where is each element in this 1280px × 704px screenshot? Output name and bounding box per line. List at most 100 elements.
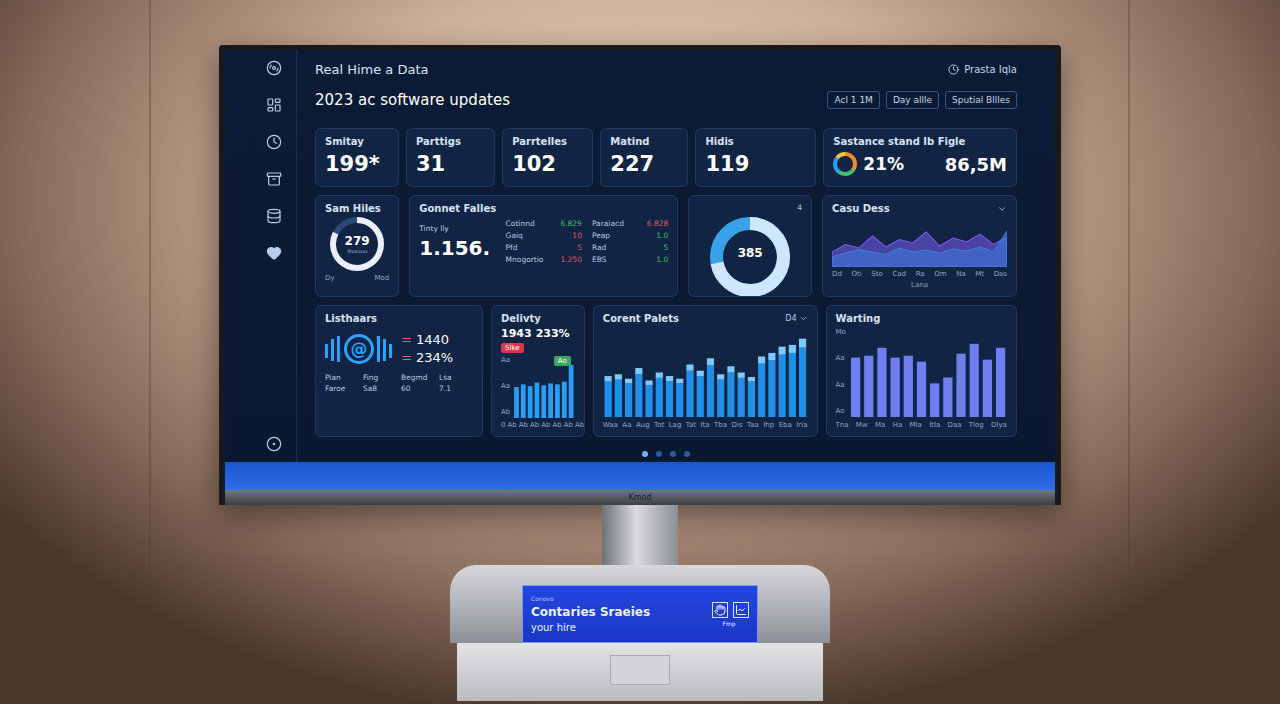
files-row: Peap1.0 <box>592 231 668 240</box>
files-content: Tinty lly1.156.Cotinnd6.829Gaiq10Pfd5Mno… <box>419 219 668 264</box>
chart-bar <box>686 364 693 370</box>
ring-card[interactable]: Sam Hiles279IlluvuuuDyMod <box>315 195 399 297</box>
listeners-title: Listhaars <box>325 313 473 324</box>
stat-card[interactable]: Matind227 <box>600 128 688 187</box>
chart-bar <box>717 380 724 417</box>
chart-bar <box>676 383 683 417</box>
files-row: EBS1.0 <box>592 255 668 264</box>
chevron-down-icon[interactable] <box>997 204 1007 214</box>
pager-dot[interactable] <box>670 451 676 457</box>
listeners-readings: =1440=234% <box>401 332 473 365</box>
axis-tick: Ab <box>541 421 550 429</box>
filter-button[interactable]: Day allle <box>886 91 939 109</box>
stat-card[interactable]: Smitay199* <box>315 128 399 187</box>
middle-row: Sam Hiles279IlluvuuuDyModGonnet FallesTi… <box>315 195 1017 297</box>
chart-bar <box>778 347 785 355</box>
stat-value: 31 <box>416 152 485 176</box>
bottom-row: Listhaars@=1440=234%PianFingBegmdLsaFaro… <box>315 305 1017 437</box>
area-card[interactable]: Casu DessDdOtiStoCadRaOmNaMtDasLana <box>822 195 1017 297</box>
table-header: Fing <box>363 373 397 382</box>
hand-icon-box[interactable] <box>712 602 728 618</box>
files-card[interactable]: Gonnet FallesTinty lly1.156.Cotinnd6.829… <box>409 195 678 297</box>
stand-panel[interactable]: ConovoContaries Sraeiesyour hireFmp <box>522 585 758 643</box>
range-dropdown[interactable]: D4 <box>785 314 807 323</box>
files-row-value: 1.250 <box>560 255 581 264</box>
ring-wrap: 279Illuvuuu <box>330 217 384 271</box>
pager-dot[interactable] <box>642 451 648 457</box>
delivery-x-ticks: 0AbAbAbAbAbAbAb <box>501 421 575 429</box>
axis-tick: Eba <box>779 421 792 429</box>
chart-bar <box>930 383 939 417</box>
axis-tick: Das <box>994 270 1007 278</box>
axis-tick: Om <box>934 270 946 278</box>
table-cell: Sa8 <box>363 384 397 393</box>
stand-icon-row <box>709 602 749 618</box>
clock-label[interactable]: Prasta Iqla <box>948 64 1017 75</box>
waiting-bars <box>849 328 1007 417</box>
clock-icon[interactable] <box>266 134 282 150</box>
clock-text: Prasta Iqla <box>964 64 1017 75</box>
summary-card[interactable]: Sastance stand Ib Figle21%86,5M <box>823 128 1017 187</box>
chart-bar <box>758 356 765 363</box>
axis-tick: Ab <box>501 408 510 416</box>
stand-caption: Conovo <box>531 595 703 602</box>
pager-dot[interactable] <box>656 451 662 457</box>
files-row: Mnogortio1.250 <box>506 255 582 264</box>
donut-wrap: 385 <box>710 217 790 289</box>
axis-tick: Mod <box>374 274 389 282</box>
chart-bar <box>983 360 992 417</box>
heart-icon[interactable] <box>266 245 282 261</box>
current-bars <box>603 328 808 417</box>
stat-card[interactable]: Hidis119 <box>695 128 816 187</box>
disc-icon[interactable] <box>266 60 282 76</box>
stand-body <box>457 643 823 701</box>
chart-bar <box>789 353 796 417</box>
chart-bar <box>877 348 886 417</box>
summary-percent: 21% <box>863 154 904 174</box>
stand-neck <box>602 505 678 565</box>
scene: Real Hime a DataPrasta Iqla2023 ac softw… <box>0 0 1280 704</box>
delivery-card[interactable]: Delivty1943233%SlkeAaAaAbAo0AbAbAbAbAbAb… <box>491 305 585 437</box>
current-chart-card[interactable]: Corent PaletsD4WaaAaAugTotLagTatItaTbaDi… <box>593 305 818 437</box>
pager-dot[interactable] <box>684 451 690 457</box>
filter-button[interactable]: Acl 1 1M <box>827 91 879 109</box>
axis-tick: Aug <box>636 421 650 429</box>
axis-tick: Ab <box>575 421 584 429</box>
delivery-values: 1943 233% <box>501 327 575 340</box>
stat-card[interactable]: Parrtelles102 <box>502 128 593 187</box>
filter-button[interactable]: Sputial Bllles <box>945 91 1017 109</box>
table-header: Pian <box>325 373 359 382</box>
stat-label: Parttigs <box>416 136 485 147</box>
donut-card[interactable]: 4385 <box>688 195 812 297</box>
stand-panel-text: ConovoContaries Sraeiesyour hire <box>531 595 703 633</box>
waiting-chart-card[interactable]: WartingMoAaAaAoTnaMwMaHaMlaItlaDaaTlogDl… <box>826 305 1017 437</box>
summary-values: 21%86,5M <box>833 152 1007 176</box>
database-icon[interactable] <box>266 208 282 224</box>
archive-icon[interactable] <box>266 171 282 187</box>
brand-label: Kmod <box>628 493 651 502</box>
axis-tick: Ab <box>530 421 539 429</box>
chart-bar <box>727 366 734 372</box>
header: Real Hime a DataPrasta Iqla2023 ac softw… <box>315 56 1017 120</box>
current-header: Corent PaletsD4 <box>603 313 808 324</box>
axis-tick: Tot <box>654 421 664 429</box>
delivery-value: 1943 <box>501 327 532 340</box>
chart-bar <box>615 374 622 379</box>
listeners-reading: =234% <box>401 350 473 365</box>
stat-card[interactable]: Parttigs 31 <box>406 128 495 187</box>
chart-bar <box>666 381 673 417</box>
stat-value: 119 <box>705 152 806 176</box>
settings-icon[interactable] <box>266 436 282 452</box>
waiting-title: Warting <box>836 313 1007 324</box>
chart-icon-box[interactable] <box>733 602 749 618</box>
delivery-change: 233% <box>536 327 570 340</box>
chart-bar <box>758 364 765 417</box>
chart-bar <box>996 348 1005 417</box>
listeners-card[interactable]: Listhaars@=1440=234%PianFingBegmdLsaFaro… <box>315 305 483 437</box>
dashboard-icon[interactable] <box>266 97 282 113</box>
stat-value: 227 <box>610 152 678 176</box>
files-sub-label: Tinty lly <box>419 224 495 233</box>
chart-bar <box>969 344 978 417</box>
files-row-name: Rad <box>592 243 606 252</box>
files-row: Pfd5 <box>506 243 582 252</box>
